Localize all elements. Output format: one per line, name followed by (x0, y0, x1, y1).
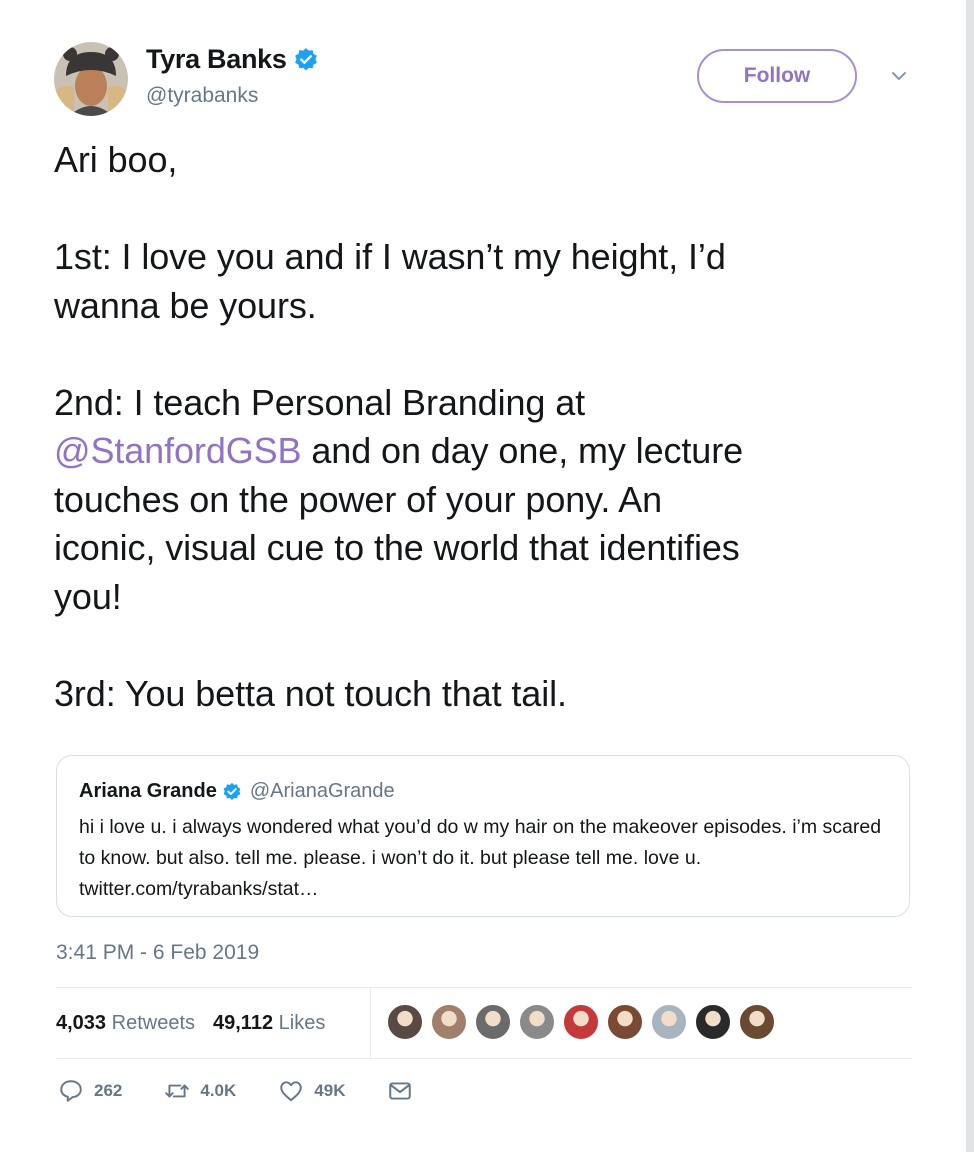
follow-button[interactable]: Follow (697, 49, 857, 103)
like-button[interactable]: 49K (278, 1078, 345, 1104)
tweet-line-second-start: 2nd: I teach Personal Branding at (54, 381, 586, 423)
liker-avatar[interactable] (386, 1003, 424, 1041)
envelope-icon (389, 1082, 412, 1100)
retweet-icon (165, 1084, 190, 1098)
reply-icon (60, 1080, 82, 1102)
author-name-row: Tyra Banks (146, 44, 319, 75)
quoted-author-name: Ariana Grande (79, 780, 217, 802)
likes-count: 49,112 (213, 1012, 274, 1034)
tweet-actions: 262 4.0K 49K (58, 1078, 455, 1104)
quoted-tweet-text: hi i love u. i always wondered what you’… (79, 816, 882, 900)
liker-avatars (386, 1003, 782, 1041)
tweet-card: Tyra Banks @tyrabanks Follow Ari boo, 1s… (0, 0, 974, 1152)
author-handle[interactable]: @tyrabanks (146, 84, 258, 108)
chevron-down-icon[interactable] (886, 66, 912, 86)
author-avatar[interactable] (54, 42, 128, 116)
verified-badge-icon (223, 782, 241, 800)
verified-badge-icon (294, 47, 317, 70)
liker-avatar[interactable] (650, 1003, 688, 1041)
retweets-count: 4,033 (56, 1012, 107, 1034)
liker-avatar[interactable] (694, 1003, 732, 1041)
retweets-label: Retweets (111, 1012, 195, 1034)
likes-stat[interactable]: 49,112 Likes (213, 1012, 325, 1035)
reply-button[interactable]: 262 (58, 1078, 122, 1104)
engagement-stats: 4,033 Retweets 49,112 Likes (56, 1012, 325, 1035)
liker-avatar[interactable] (606, 1003, 644, 1041)
liker-avatar[interactable] (738, 1003, 776, 1041)
mention-link[interactable]: @StanfordGSB (54, 430, 302, 471)
liker-avatar[interactable] (562, 1003, 600, 1041)
liker-avatar[interactable] (474, 1003, 512, 1041)
tweet-body: Ari boo, 1st: I love you and if I wasn’t… (54, 136, 914, 718)
heart-icon (280, 1081, 303, 1102)
quoted-tweet[interactable]: Ariana Grande @ArianaGrande hi i love u.… (56, 755, 910, 917)
author-name[interactable]: Tyra Banks (146, 44, 287, 75)
liker-avatar[interactable] (518, 1003, 556, 1041)
like-count: 49K (314, 1081, 346, 1100)
retweets-stat[interactable]: 4,033 Retweets (56, 1012, 195, 1035)
tweet-line-greeting: Ari boo, (54, 139, 178, 180)
retweet-button[interactable]: 4.0K (164, 1078, 236, 1104)
direct-message-button[interactable] (387, 1078, 413, 1104)
liker-avatar[interactable] (430, 1003, 468, 1041)
tweet-line-third: 3rd: You betta not touch that tail. (54, 672, 567, 714)
tweet-timestamp[interactable]: 3:41 PM - 6 Feb 2019 (56, 941, 259, 965)
quoted-tweet-header: Ariana Grande @ArianaGrande (79, 780, 395, 803)
tweet-line-first: 1st: I love you and if I wasn’t my heigh… (54, 236, 726, 326)
quoted-author-handle: @ArianaGrande (249, 780, 395, 802)
retweet-count: 4.0K (200, 1081, 237, 1100)
divider (56, 1058, 912, 1059)
reply-count: 262 (94, 1081, 123, 1100)
divider (56, 987, 912, 988)
stats-separator (370, 988, 371, 1058)
likes-label: Likes (278, 1012, 326, 1034)
